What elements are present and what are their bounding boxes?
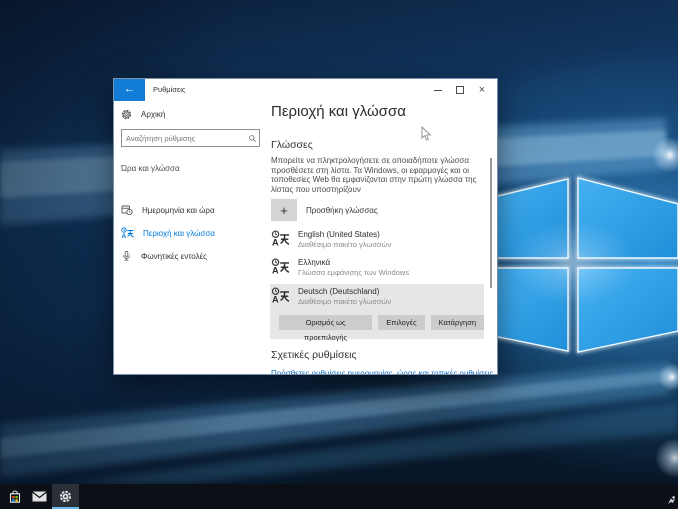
languages-description: Μπορείτε να πληκτρολογήσετε σε οποιαδήπο… bbox=[271, 156, 477, 194]
settings-window: ← Ρυθμίσεις × Αρχική Αναζήτηση ρύθμισης … bbox=[113, 78, 498, 375]
sidebar-item-speech[interactable]: Φωνητικές εντολές bbox=[114, 247, 263, 265]
remove-button[interactable]: Κατάργηση bbox=[430, 315, 484, 330]
back-arrow-icon: ← bbox=[124, 83, 135, 95]
settings-taskbar-button-active[interactable] bbox=[52, 484, 79, 509]
language-row-english[interactable]: A English (United States) Διαθέσιμο πακέ… bbox=[270, 227, 484, 253]
minimize-button[interactable] bbox=[427, 79, 449, 101]
plus-icon: + bbox=[271, 199, 297, 221]
language-icon: A bbox=[271, 287, 290, 304]
close-button[interactable]: × bbox=[471, 79, 493, 101]
language-icon: A bbox=[271, 230, 290, 247]
scrollbar[interactable] bbox=[490, 158, 492, 288]
language-icon: A bbox=[271, 258, 290, 275]
microphone-icon bbox=[123, 251, 130, 261]
language-actions: Ορισμός ως προεπιλογής Επιλογές Κατάργησ… bbox=[279, 315, 484, 342]
mail-icon bbox=[32, 491, 47, 502]
sidebar-item-label: Ημερομηνία και ώρα bbox=[142, 205, 215, 215]
tray-status-icon[interactable] bbox=[666, 494, 676, 506]
mail-taskbar-button[interactable] bbox=[27, 484, 52, 509]
options-button[interactable]: Επιλογές bbox=[378, 315, 425, 330]
language-name: Ελληνικά bbox=[298, 258, 331, 267]
language-row-greek[interactable]: A Ελληνικά Γλώσσα εμφάνισης των Windows bbox=[270, 255, 484, 281]
maximize-icon bbox=[456, 86, 464, 94]
sidebar-item-region-language[interactable]: A Περιοχή και γλώσσα bbox=[114, 224, 263, 242]
search-icon bbox=[245, 134, 259, 143]
settings-main-pane: Περιοχή και γλώσσα Γλώσσες Μπορείτε να π… bbox=[263, 101, 497, 374]
mouse-cursor bbox=[421, 126, 432, 141]
language-icon: A bbox=[121, 227, 134, 239]
close-icon: × bbox=[478, 84, 486, 96]
page-title: Περιοχή και γλώσσα bbox=[271, 103, 406, 120]
svg-text:A: A bbox=[272, 238, 279, 247]
set-as-default-button[interactable]: Ορισμός ως προεπιλογής bbox=[279, 315, 373, 342]
gear-icon bbox=[121, 109, 132, 120]
back-button[interactable]: ← bbox=[114, 79, 145, 101]
titlebar: ← Ρυθμίσεις × bbox=[114, 79, 497, 101]
svg-text:A: A bbox=[272, 266, 279, 275]
language-status: Διαθέσιμο πακέτο γλωσσών bbox=[298, 297, 392, 306]
language-name: Deutsch (Deutschland) bbox=[298, 287, 380, 296]
svg-text:A: A bbox=[272, 295, 279, 304]
sidebar-group-label: Ώρα και γλώσσα bbox=[121, 164, 180, 173]
search-box[interactable] bbox=[121, 129, 260, 147]
related-settings-heading: Σχετικές ρυθμίσεις bbox=[271, 349, 357, 361]
window-title: Ρυθμίσεις bbox=[153, 85, 186, 94]
store-icon bbox=[9, 490, 20, 503]
add-language-button[interactable]: + Προσθήκη γλώσσας bbox=[271, 199, 378, 221]
language-row-german-info: A Deutsch (Deutschland) Διαθέσιμο πακέτο… bbox=[271, 287, 391, 306]
minimize-icon bbox=[434, 89, 442, 91]
language-name: English (United States) bbox=[298, 230, 380, 239]
sidebar-item-home[interactable]: Αρχική bbox=[121, 109, 165, 120]
add-language-label: Προσθήκη γλώσσας bbox=[306, 205, 378, 215]
sidebar-item-date-time[interactable]: Ημερομηνία και ώρα bbox=[114, 201, 263, 219]
maximize-button[interactable] bbox=[449, 79, 471, 101]
sidebar-item-label: Περιοχή και γλώσσα bbox=[143, 228, 215, 238]
gear-icon bbox=[59, 490, 72, 503]
additional-settings-link[interactable]: Πρόσθετες ρυθμίσεις ημερομηνίας, ώρας κα… bbox=[271, 369, 493, 374]
calendar-clock-icon bbox=[121, 205, 133, 216]
language-row-german-selected[interactable]: A Deutsch (Deutschland) Διαθέσιμο πακέτο… bbox=[270, 284, 484, 342]
taskbar bbox=[0, 484, 678, 509]
sidebar-home-label: Αρχική bbox=[141, 110, 166, 119]
desktop: ← Ρυθμίσεις × Αρχική Αναζήτηση ρύθμισης … bbox=[0, 0, 678, 509]
language-status: Διαθέσιμο πακέτο γλωσσών bbox=[298, 240, 392, 249]
svg-text:A: A bbox=[122, 233, 127, 239]
languages-heading: Γλώσσες bbox=[271, 139, 313, 151]
search-input[interactable] bbox=[122, 133, 245, 143]
window-controls: × bbox=[427, 79, 493, 101]
sidebar: Αρχική Ώρα και γλώσσα bbox=[114, 101, 263, 374]
sidebar-item-label: Φωνητικές εντολές bbox=[141, 251, 207, 261]
language-status: Γλώσσα εμφάνισης των Windows bbox=[298, 268, 410, 277]
store-taskbar-button[interactable] bbox=[2, 484, 27, 509]
